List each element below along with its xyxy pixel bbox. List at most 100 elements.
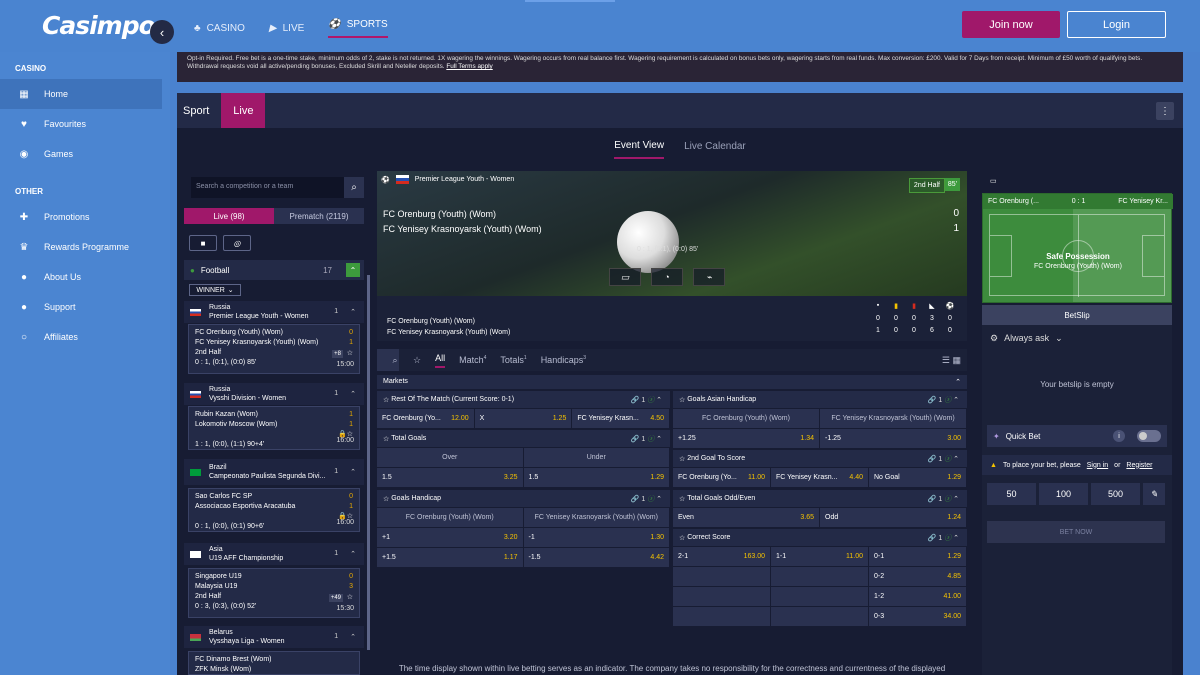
odds-button[interactable]: +1 3.20 — [377, 528, 524, 547]
markets-header[interactable]: Markets ⌃ — [377, 375, 967, 389]
tab-prematch-count[interactable]: Prematch (2119) — [274, 208, 364, 224]
tab-live-count[interactable]: Live (98) — [184, 208, 274, 224]
tab-sport[interactable]: Sport — [177, 93, 215, 128]
market-header[interactable]: ☆ Goals Handicap 🔗 1 ⓢ ⌃ — [377, 490, 670, 508]
odds-button[interactable]: -1 1.30 — [523, 528, 670, 547]
sidebar-item-games[interactable]: ◉ Games — [0, 139, 170, 169]
edit-stakes-button[interactable]: ✎ — [1143, 483, 1165, 505]
match-card[interactable]: FC Orenburg (Youth) (Wom) 0 FC Yenisey Kr… — [188, 324, 360, 374]
market-header[interactable]: ☆ Goals Asian Handicap 🔗 1 ⓢ ⌃ — [673, 391, 967, 409]
star-icon[interactable]: ☆ — [679, 396, 687, 404]
sport-row-football[interactable]: ● Football 17 ⌃ — [184, 260, 364, 280]
tab-all[interactable]: All — [435, 353, 446, 368]
odds-button[interactable]: FC Yenisey Krasn... 4.40 — [771, 468, 869, 487]
sidebar-item-promotions[interactable]: ✚ Promotions — [0, 202, 170, 232]
star-icon[interactable]: ☆ — [383, 495, 391, 503]
chevron-up-icon[interactable]: ⌃ — [350, 390, 356, 398]
timeline-button[interactable]: ⌁ — [693, 268, 725, 286]
nav-casino[interactable]: ♣ CASINO — [194, 19, 245, 38]
stake-button[interactable]: 50 — [987, 483, 1036, 505]
odds-button[interactable]: -1.25 3.00 — [820, 429, 967, 448]
competition-row[interactable]: Russia Vysshi Division - Women 1 ⌃ — [184, 383, 364, 405]
star-icon[interactable]: ☆ — [347, 593, 353, 603]
star-icon[interactable]: ☆ — [347, 349, 353, 359]
odds-button[interactable]: 0-2 4.85 — [869, 567, 967, 586]
search-button[interactable]: ⌕ — [344, 177, 364, 198]
match-card[interactable]: Rubin Kazan (Wom) 1 Lokomotiv Moscow (Wom… — [188, 406, 360, 450]
market-filter-select[interactable]: WINNER ⌄ — [189, 284, 241, 296]
scoreboard-button[interactable]: ▭ — [609, 268, 641, 286]
register-link[interactable]: Register — [1126, 462, 1152, 469]
nav-live[interactable]: ▶ LIVE — [269, 19, 304, 38]
odds-button[interactable]: Even 3.65 — [673, 508, 820, 527]
odds-button[interactable]: 1-2 41.00 — [869, 587, 967, 606]
competition-row[interactable]: Asia U19 AFF Championship 1 ⌃ — [184, 543, 364, 565]
odds-button[interactable]: 0-3 34.00 — [869, 607, 967, 626]
casimpo-logo[interactable]: Casimpo — [42, 11, 156, 40]
market-header[interactable]: ☆ Correct Score 🔗 1 ⓢ ⌃ — [673, 529, 967, 547]
odds-button[interactable]: FC Orenburg (Yo... 11.00 — [673, 468, 771, 487]
odds-button[interactable]: Odd 1.24 — [820, 508, 967, 527]
nav-sports[interactable]: ⚽ SPORTS — [328, 19, 388, 38]
match-card[interactable]: FC Dinamo Brest (Wom) ZFK Minsk (Wom) — [188, 651, 360, 675]
more-markets-badge[interactable]: +8 — [332, 350, 343, 358]
odds-button[interactable]: 1.5 1.29 — [523, 468, 670, 487]
competition-row[interactable]: Brazil Campeonato Paulista Segunda Divi..… — [184, 459, 364, 485]
odds-button[interactable]: +1.5 1.17 — [377, 548, 524, 567]
favourites-star-icon[interactable]: ☆ — [413, 355, 421, 366]
market-search-button[interactable]: ⌕ — [377, 349, 399, 371]
full-terms-link[interactable]: Full Terms apply — [446, 63, 492, 70]
join-now-button[interactable]: Join now — [962, 11, 1060, 38]
odds-change-select[interactable]: ⚙ Always ask ⌄ — [990, 333, 1063, 344]
competition-row[interactable]: Belarus Vysshaya Liga - Women 1 ⌃ — [184, 626, 364, 648]
odds-button[interactable]: 1-1 11.00 — [771, 547, 869, 566]
left-panel-scrollbar[interactable] — [367, 275, 370, 650]
odds-button[interactable]: FC Yenisey Krasn... 4.50 — [572, 409, 671, 428]
odds-button[interactable]: +1.25 1.34 — [673, 429, 820, 448]
chevron-up-icon[interactable]: ⌃ — [350, 468, 356, 476]
match-card[interactable]: Singapore U19 0 Malaysia U19 3 2nd Half +49… — [188, 568, 360, 618]
tab-match[interactable]: Match4 — [459, 355, 486, 365]
star-icon[interactable]: ☆ — [383, 396, 391, 404]
sidebar-item-rewards[interactable]: ♛ Rewards Programme — [0, 232, 170, 262]
info-icon[interactable]: i — [1113, 430, 1125, 442]
chevron-up-icon[interactable]: ⌃ — [346, 263, 360, 277]
odds-button[interactable]: FC Orenburg (Yo... 12.00 — [377, 409, 475, 428]
star-icon[interactable]: ☆ — [383, 435, 391, 443]
layout-toggle-icon[interactable]: ☰ ▦ — [942, 355, 967, 366]
betslip-tab[interactable]: BetSlip — [982, 305, 1172, 325]
chevron-up-icon[interactable]: ⌃ — [350, 633, 356, 641]
login-button[interactable]: Login — [1067, 11, 1166, 38]
collapse-sidebar-button[interactable]: ‹ — [150, 20, 174, 44]
sidebar-item-home[interactable]: ▦ Home — [0, 79, 162, 109]
chevron-up-icon[interactable]: ⌃ — [350, 308, 356, 316]
odds-button[interactable]: 0-1 1.29 — [869, 547, 967, 566]
sidebar-item-support[interactable]: ● Support — [0, 292, 170, 322]
odds-button[interactable]: -1.5 4.42 — [523, 548, 670, 567]
sign-in-link[interactable]: Sign in — [1087, 462, 1108, 469]
star-icon[interactable]: ☆ — [679, 495, 687, 503]
star-icon[interactable]: ☆ — [679, 455, 687, 463]
market-header[interactable]: ☆ Total Goals Odd/Even 🔗 1 ⓢ ⌃ — [673, 490, 967, 508]
scoreboard-icon[interactable]: ▭ — [990, 177, 997, 185]
star-icon[interactable]: ☆ — [679, 534, 687, 542]
tab-live-calendar[interactable]: Live Calendar — [684, 135, 746, 158]
tab-handicaps[interactable]: Handicaps3 — [541, 355, 586, 365]
chevron-up-icon[interactable]: ⌃ — [350, 550, 356, 558]
match-card[interactable]: Sao Carlos FC SP 0 Associacao Esportiva A… — [188, 488, 360, 532]
bet-now-button[interactable]: BET NOW — [987, 521, 1165, 543]
odds-button[interactable]: 2-1 163.00 — [673, 547, 771, 566]
more-options-button[interactable]: ⋮ — [1156, 102, 1174, 120]
quick-bet-toggle[interactable] — [1137, 430, 1161, 442]
market-header[interactable]: ☆ 2nd Goal To Score 🔗 1 ⓢ ⌃ — [673, 450, 967, 468]
sidebar-item-about[interactable]: ● About Us — [0, 262, 170, 292]
competition-search-input[interactable]: Search a competition or a team — [191, 177, 344, 198]
odds-button[interactable]: 1.5 3.25 — [377, 468, 524, 487]
more-markets-badge[interactable]: +49 — [328, 594, 343, 602]
stats-button[interactable]: ◔ — [651, 268, 683, 286]
sidebar-item-favourites[interactable]: ♥ Favourites — [0, 109, 170, 139]
stake-button[interactable]: 100 — [1039, 483, 1088, 505]
globe-filter-button[interactable]: ◎ — [223, 235, 251, 251]
odds-button[interactable]: No Goal 1.29 — [869, 468, 967, 487]
market-header[interactable]: ☆ Rest Of The Match (Current Score: 0-1)… — [377, 391, 670, 409]
